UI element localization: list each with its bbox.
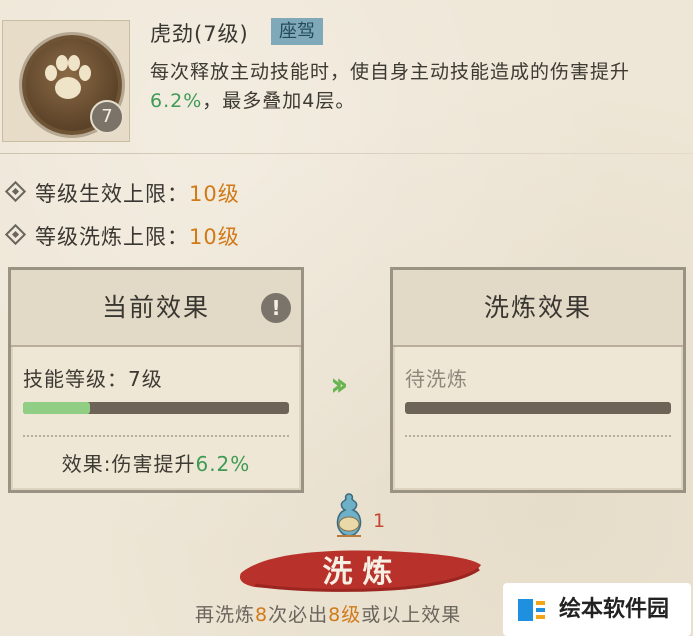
gourd-icon bbox=[336, 493, 362, 537]
item-count: 1 bbox=[373, 510, 386, 532]
pending-wash-label: 待洗炼 bbox=[405, 367, 468, 391]
skill-level-badge: 7 bbox=[90, 100, 124, 134]
guarantee-hint: 再洗炼8次必出8级或以上效果 bbox=[195, 604, 462, 626]
info-icon[interactable]: ! bbox=[261, 293, 291, 323]
logo-icon bbox=[518, 599, 545, 621]
double-chevron-right-icon: ›› bbox=[330, 365, 349, 403]
damage-bonus-value: 6.2% bbox=[150, 90, 203, 112]
current-effect-text: 效果:伤害提升6.2% bbox=[61, 452, 251, 476]
current-effect-title: 当前效果 bbox=[11, 270, 301, 347]
wash-effect-title: 洗炼效果 bbox=[393, 270, 683, 347]
dashed-divider bbox=[405, 435, 671, 437]
paw-icon bbox=[45, 55, 91, 99]
divider bbox=[0, 153, 693, 154]
skill-description: 每次释放主动技能时，使自身主动技能造成的伤害提升6.2%，最多叠加4层。 bbox=[150, 61, 631, 112]
skill-level-label: 技能等级：7级 bbox=[23, 367, 163, 391]
current-effect-panel: 当前效果 ! 技能等级：7级 效果:伤害提升6.2% bbox=[8, 267, 304, 493]
wash-button[interactable]: 洗炼 bbox=[240, 545, 485, 597]
skill-level-progress bbox=[23, 402, 289, 414]
watermark-text: 绘本软件园 bbox=[559, 597, 670, 622]
effect-level-limit: 等级生效上限：10级 bbox=[4, 178, 240, 208]
mount-tag: 座驾 bbox=[271, 18, 323, 45]
wash-level-limit: 等级洗炼上限：10级 bbox=[4, 221, 240, 251]
diamond-icon bbox=[4, 223, 27, 246]
wash-effect-panel: 洗炼效果 待洗炼 bbox=[390, 267, 686, 493]
wash-level-progress bbox=[405, 402, 671, 414]
watermark-logo: 绘本软件园 bbox=[503, 583, 691, 636]
dashed-divider bbox=[23, 435, 289, 437]
skill-name: 虎劲(7级) bbox=[150, 22, 249, 46]
progress-fill bbox=[23, 402, 90, 414]
diamond-icon bbox=[4, 180, 27, 203]
